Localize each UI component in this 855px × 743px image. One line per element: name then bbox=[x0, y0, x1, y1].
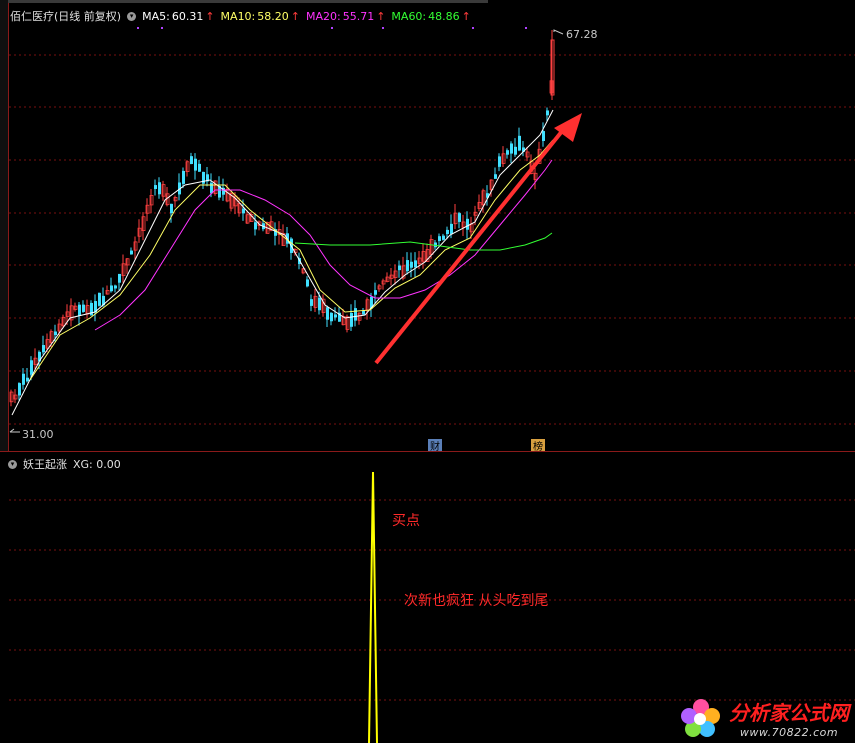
candle-body bbox=[510, 143, 513, 154]
up-arrow-icon: ↑ bbox=[205, 9, 215, 23]
watermark-url: www.70822.com bbox=[739, 726, 839, 739]
list-badge[interactable]: 榜 bbox=[531, 439, 545, 453]
candle-body bbox=[542, 131, 545, 142]
ma5-label: MA5: bbox=[142, 9, 170, 23]
event-dot bbox=[137, 27, 139, 29]
candle-body bbox=[514, 146, 517, 155]
event-dot bbox=[331, 27, 333, 29]
candle-body bbox=[54, 331, 57, 336]
candle-body bbox=[18, 383, 21, 396]
ma10-value: 58.20 bbox=[257, 9, 289, 23]
ma20-legend: MA20: 55.71 ↑ bbox=[306, 10, 385, 23]
candle-body bbox=[110, 285, 113, 292]
xg-value: XG: 0.00 bbox=[73, 457, 121, 471]
candle-body bbox=[506, 150, 509, 155]
candle-body bbox=[546, 110, 549, 116]
candle-body bbox=[158, 182, 161, 195]
main-legend: 佰仁医疗(日线 前复权) ▾ MA5: 60.31 ↑ MA10: 58.20 ↑ MA… bbox=[10, 8, 471, 24]
candle-body bbox=[254, 222, 257, 230]
toggle-circle-icon[interactable]: ▾ bbox=[127, 11, 137, 21]
ma5-legend: MA5: 60.31 ↑ bbox=[142, 10, 214, 23]
candle-body bbox=[198, 163, 201, 172]
candle-body bbox=[326, 307, 329, 320]
candle-body bbox=[414, 260, 417, 268]
flower-logo-icon bbox=[681, 699, 720, 737]
candle-body bbox=[374, 290, 377, 295]
candle-body bbox=[410, 261, 413, 268]
candle-body bbox=[30, 360, 33, 375]
candle-body bbox=[182, 170, 185, 184]
ma60-label: MA60: bbox=[391, 9, 427, 23]
candle-body bbox=[518, 135, 521, 151]
low-price-label: 31.00 bbox=[22, 428, 54, 441]
ma10-line bbox=[29, 139, 554, 381]
candle-body bbox=[26, 377, 29, 382]
candle-body bbox=[446, 229, 449, 235]
event-dot bbox=[161, 27, 163, 29]
watermark: 分析家公式网 www.70822.com bbox=[679, 697, 849, 739]
candle-body bbox=[354, 308, 357, 321]
toggle-circle-icon[interactable]: ▾ bbox=[8, 459, 17, 469]
candle-body bbox=[442, 235, 445, 240]
event-dot bbox=[525, 27, 527, 29]
event-dot bbox=[472, 27, 474, 29]
ma10-label: MA10: bbox=[220, 9, 256, 23]
ma60-legend: MA60: 48.86 ↑ bbox=[391, 10, 470, 23]
indicator-title: 妖王起涨 bbox=[23, 458, 67, 471]
indicator-legend: ▾ 妖王起涨 XG: 0.00 bbox=[8, 456, 121, 472]
candle-body bbox=[406, 260, 409, 272]
candle-body bbox=[114, 285, 117, 289]
candle-body bbox=[398, 265, 401, 271]
candle-body bbox=[42, 345, 45, 353]
event-dot bbox=[382, 27, 384, 29]
candle-body bbox=[438, 236, 441, 241]
candlestick-chart[interactable] bbox=[0, 0, 855, 452]
candle-body bbox=[194, 158, 197, 171]
candle-body bbox=[130, 250, 133, 255]
up-arrow-icon: ↑ bbox=[290, 9, 300, 23]
ma20-value: 55.71 bbox=[342, 9, 375, 23]
high-marker bbox=[553, 29, 564, 35]
candle-body bbox=[190, 156, 193, 164]
up-arrow-icon: ↑ bbox=[376, 9, 386, 23]
candle-body bbox=[350, 312, 353, 327]
candle-body bbox=[306, 279, 309, 287]
candle-body bbox=[330, 312, 333, 322]
arrow-shaft bbox=[374, 123, 569, 365]
candle-body bbox=[78, 304, 81, 316]
note-annotation: 次新也疯狂 从头吃到尾 bbox=[404, 593, 549, 609]
candle-body bbox=[154, 185, 157, 189]
candle-body bbox=[458, 213, 461, 222]
candle-body bbox=[334, 314, 337, 318]
candle-body bbox=[466, 218, 469, 230]
candle-body bbox=[450, 223, 453, 235]
candle-body bbox=[318, 297, 321, 311]
low-marker bbox=[9, 428, 20, 433]
ma20-label: MA20: bbox=[305, 9, 341, 23]
buy-signal bbox=[368, 471, 378, 743]
candle-body bbox=[170, 203, 173, 214]
trend-arrow bbox=[374, 113, 582, 365]
watermark-title: 分析家公式网 bbox=[729, 701, 849, 725]
candle-body bbox=[22, 373, 25, 385]
candle-body bbox=[118, 273, 121, 283]
stock-title: 佰仁医疗(日线 前复权) bbox=[10, 10, 122, 23]
candles bbox=[9, 30, 555, 407]
candle-body bbox=[98, 292, 101, 306]
high-price-label: 67.28 bbox=[566, 28, 598, 41]
buy-point-annotation: 买点 bbox=[392, 513, 420, 529]
ma-lines bbox=[11, 109, 554, 416]
candle-body bbox=[310, 299, 313, 306]
finance-badge[interactable]: 财 bbox=[428, 439, 442, 453]
candle-body bbox=[82, 304, 85, 312]
candle-body bbox=[494, 174, 497, 179]
ma5-line bbox=[11, 109, 554, 416]
ma10-legend: MA10: 58.20 ↑ bbox=[221, 10, 300, 23]
candle-body bbox=[498, 156, 501, 167]
ma5-value: 60.31 bbox=[171, 9, 204, 23]
ma60-value: 48.86 bbox=[428, 9, 460, 23]
signal-spike bbox=[368, 471, 378, 743]
up-arrow-icon: ↑ bbox=[461, 9, 471, 23]
candle-body bbox=[242, 208, 245, 214]
